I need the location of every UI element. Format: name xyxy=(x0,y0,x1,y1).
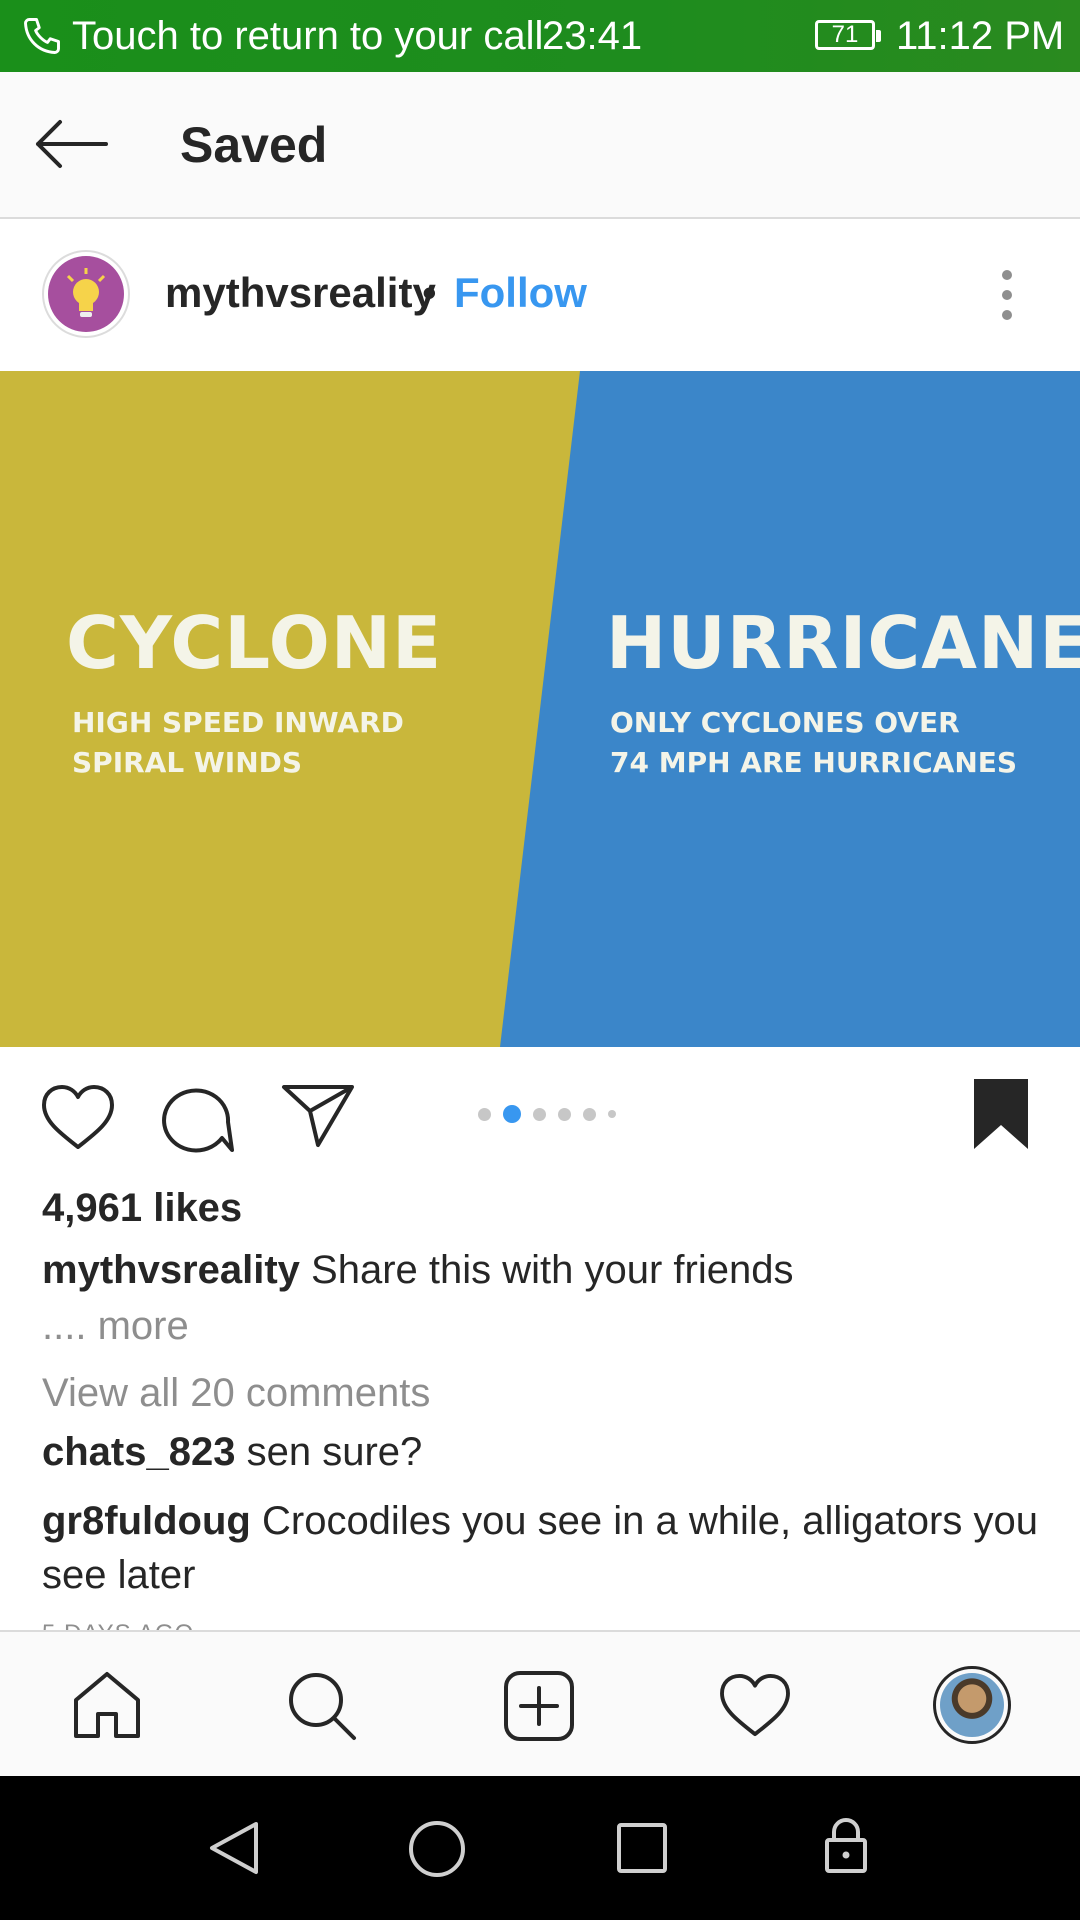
comment-username[interactable]: gr8fuldoug xyxy=(42,1499,251,1543)
avatar[interactable] xyxy=(42,250,130,338)
separator-dot: • xyxy=(422,269,437,316)
lightbulb-icon xyxy=(66,268,106,317)
carousel-dot xyxy=(533,1107,546,1121)
search-icon[interactable] xyxy=(286,1670,358,1742)
cyclone-title: CYCLONE xyxy=(66,601,443,685)
saved-bookmark-icon[interactable] xyxy=(972,1077,1030,1151)
activity-heart-icon[interactable] xyxy=(718,1672,792,1738)
view-all-comments-link[interactable]: View all 20 comments xyxy=(42,1371,430,1416)
caption-text: Share this with your friends xyxy=(311,1248,794,1292)
status-bar[interactable]: Touch to return to your call 23:41 71 11… xyxy=(0,0,1080,72)
hurricane-subtitle-line1: ONLY CYCLONES OVER xyxy=(610,706,960,739)
nav-recents-icon[interactable] xyxy=(616,1822,668,1874)
clock: 11:12 PM xyxy=(896,14,1065,58)
back-arrow-icon[interactable] xyxy=(34,118,108,170)
cyclone-subtitle: HIGH SPEED INWARD SPIRAL WINDS xyxy=(72,706,404,779)
more-options-icon[interactable] xyxy=(995,269,1019,321)
carousel-dot-active xyxy=(503,1105,521,1123)
carousel-indicator xyxy=(478,1104,616,1124)
home-icon[interactable] xyxy=(72,1670,142,1740)
nav-back-icon[interactable] xyxy=(208,1820,260,1876)
profile-avatar[interactable] xyxy=(933,1666,1011,1744)
phone-icon xyxy=(24,18,60,54)
hurricane-subtitle-line2: 74 MPH ARE HURRICANES xyxy=(610,746,1018,779)
post-timestamp: 5 DAYS AGO xyxy=(42,1620,194,1630)
carousel-dot xyxy=(583,1107,596,1121)
profile-photo xyxy=(940,1673,1004,1737)
follow-button[interactable]: Follow xyxy=(454,269,587,317)
likes-count[interactable]: 4,961 likes xyxy=(42,1186,242,1231)
caption: mythvsreality Share this with your frien… xyxy=(42,1248,1042,1293)
hurricane-title: HURRICANE xyxy=(606,601,1080,685)
battery-icon: 71 xyxy=(815,20,881,50)
comment: gr8fuldoug Crocodiles you see in a while… xyxy=(42,1494,1042,1602)
app-header: Saved xyxy=(0,72,1080,219)
comment-username[interactable]: chats_823 xyxy=(42,1430,235,1474)
comment-text: sen sure? xyxy=(246,1430,423,1474)
post-header: mythvsreality • Follow xyxy=(0,219,1080,371)
post-username[interactable]: mythvsreality xyxy=(165,269,436,317)
call-timer: 23:41 xyxy=(542,14,643,58)
new-post-icon[interactable] xyxy=(503,1670,575,1742)
more-link[interactable]: .... more xyxy=(42,1304,189,1349)
lock-icon[interactable] xyxy=(824,1816,868,1874)
carousel-dot xyxy=(608,1110,616,1118)
bottom-nav xyxy=(0,1630,1080,1778)
like-heart-icon[interactable] xyxy=(40,1083,116,1151)
return-to-call-text[interactable]: Touch to return to your call xyxy=(72,14,543,59)
comment: chats_823 sen sure? xyxy=(42,1425,1042,1479)
carousel-dot xyxy=(478,1107,491,1121)
comment-icon[interactable] xyxy=(162,1082,234,1154)
page-title: Saved xyxy=(180,117,328,173)
caption-username[interactable]: mythvsreality xyxy=(42,1248,300,1292)
nav-home-icon[interactable] xyxy=(408,1820,466,1878)
carousel-dot xyxy=(558,1107,571,1121)
android-nav-bar xyxy=(0,1776,1080,1920)
share-direct-icon[interactable] xyxy=(280,1083,356,1149)
post-image[interactable]: CYCLONE HIGH SPEED INWARD SPIRAL WINDS H… xyxy=(0,371,1080,1047)
